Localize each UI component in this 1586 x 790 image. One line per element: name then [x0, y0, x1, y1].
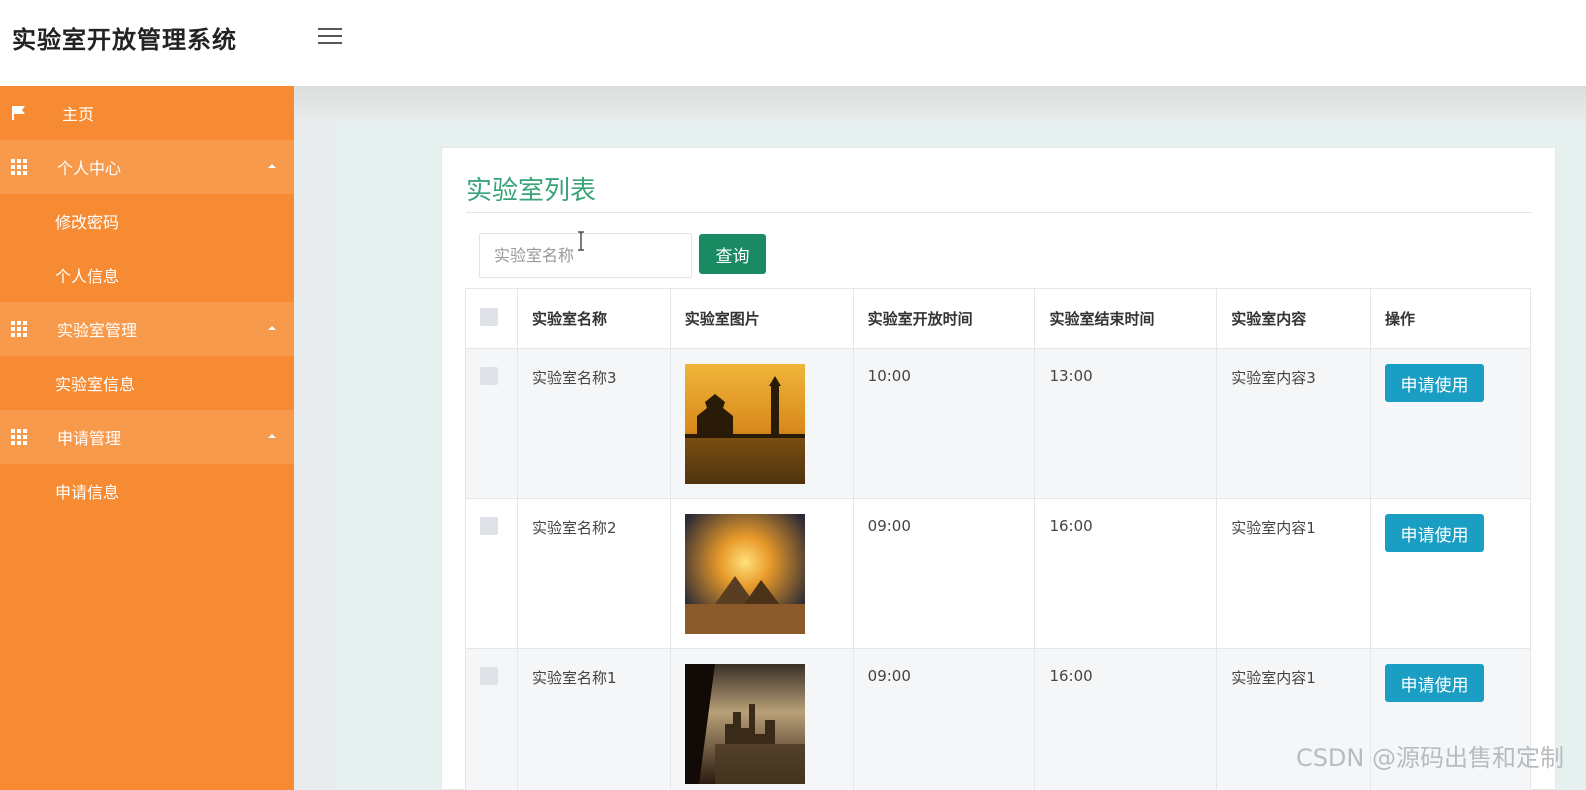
lab-content-cell: 实验室内容3 — [1216, 348, 1371, 499]
lab-name-cell: 实验室名称2 — [516, 498, 671, 649]
row-select-cell — [465, 498, 518, 649]
content-header-band — [294, 86, 1586, 122]
close-time-cell: 16:00 — [1034, 648, 1218, 790]
page-title: 实验室列表 — [466, 176, 597, 206]
lab-image-cell — [669, 498, 854, 649]
caret-up-icon — [268, 164, 276, 168]
apply-button[interactable]: 申请使用 — [1385, 514, 1484, 552]
column-header: 实验室内容 — [1216, 288, 1371, 349]
apply-button[interactable]: 申请使用 — [1385, 364, 1484, 402]
open-time-cell: 09:00 — [852, 498, 1036, 649]
column-header: 实验室结束时间 — [1034, 288, 1218, 349]
table-row: 实验室名称2 09:00 16:00 实验室内容1 申请使用 — [465, 498, 1531, 649]
select-all-cell — [465, 288, 518, 349]
lab-image-cell — [669, 348, 854, 499]
text-cursor-icon — [578, 231, 584, 251]
close-time-cell: 13:00 — [1034, 348, 1218, 499]
lab-table: 实验室名称 实验室图片 实验室开放时间 实验室结束时间 实验室内容 操作 实验室… — [465, 288, 1531, 790]
grid-icon — [11, 429, 27, 445]
sidebar: 主页 个人中心 修改密码 个人信息 实验室管理 实验室信息 申请管理 申请信息 — [0, 86, 294, 790]
row-checkbox[interactable] — [480, 517, 498, 535]
action-cell: 申请使用 — [1370, 498, 1531, 649]
caret-up-icon — [268, 326, 276, 330]
row-checkbox[interactable] — [480, 667, 498, 685]
select-all-checkbox[interactable] — [480, 307, 498, 326]
open-time-cell: 10:00 — [852, 348, 1036, 499]
menu-toggle-icon[interactable] — [318, 26, 342, 46]
grid-icon — [11, 159, 27, 175]
grid-icon — [11, 321, 27, 337]
close-time-cell: 16:00 — [1034, 498, 1218, 649]
flag-icon — [12, 106, 25, 120]
column-header: 实验室图片 — [669, 288, 854, 349]
lab-name-cell: 实验室名称3 — [516, 348, 671, 499]
row-select-cell — [465, 348, 518, 499]
open-time-cell: 09:00 — [852, 648, 1036, 790]
lab-image-cell — [669, 648, 854, 790]
table-row: 实验室名称3 10:00 13:00 实验室内容3 申请使用 — [465, 348, 1531, 499]
city-skyline-image[interactable] — [684, 664, 805, 784]
query-button[interactable]: 查询 — [699, 234, 766, 274]
watermark: CSDN @源码出售和定制 — [1295, 744, 1564, 772]
sidebar-item-change-password[interactable]: 修改密码 — [0, 194, 294, 248]
lab-name-cell: 实验室名称1 — [516, 648, 671, 790]
sidebar-group-personal-center[interactable]: 个人中心 — [0, 140, 294, 194]
sidebar-group-lab-management[interactable]: 实验室管理 — [0, 302, 294, 356]
sidebar-group-label: 个人中心 — [57, 159, 122, 178]
pagoda-sunset-image[interactable] — [684, 364, 805, 484]
sidebar-group-application-management[interactable]: 申请管理 — [0, 410, 294, 464]
action-cell: 申请使用 — [1370, 348, 1531, 499]
lab-name-search-input[interactable] — [479, 233, 692, 278]
sidebar-item-label: 主页 — [62, 105, 95, 124]
pyramids-sunset-image[interactable] — [684, 514, 805, 634]
row-checkbox[interactable] — [480, 367, 498, 385]
lab-content-cell: 实验室内容1 — [1216, 498, 1371, 649]
row-select-cell — [465, 648, 518, 790]
column-header: 操作 — [1370, 288, 1531, 349]
column-header: 实验室开放时间 — [852, 288, 1036, 349]
apply-button[interactable]: 申请使用 — [1385, 664, 1484, 702]
sidebar-item-personal-info[interactable]: 个人信息 — [0, 248, 294, 302]
column-header: 实验室名称 — [516, 288, 671, 349]
sidebar-item-lab-info[interactable]: 实验室信息 — [0, 356, 294, 410]
caret-up-icon — [268, 434, 276, 438]
sidebar-group-label: 申请管理 — [57, 429, 122, 448]
title-divider — [466, 212, 1532, 213]
sidebar-item-application-info[interactable]: 申请信息 — [0, 464, 294, 518]
top-bar: 实验室开放管理系统 — [0, 0, 1586, 86]
app-title: 实验室开放管理系统 — [12, 26, 237, 54]
table-header-row: 实验室名称 实验室图片 实验室开放时间 实验室结束时间 实验室内容 操作 — [465, 288, 1531, 349]
sidebar-item-home[interactable]: 主页 — [0, 86, 294, 140]
sidebar-group-label: 实验室管理 — [57, 321, 138, 340]
